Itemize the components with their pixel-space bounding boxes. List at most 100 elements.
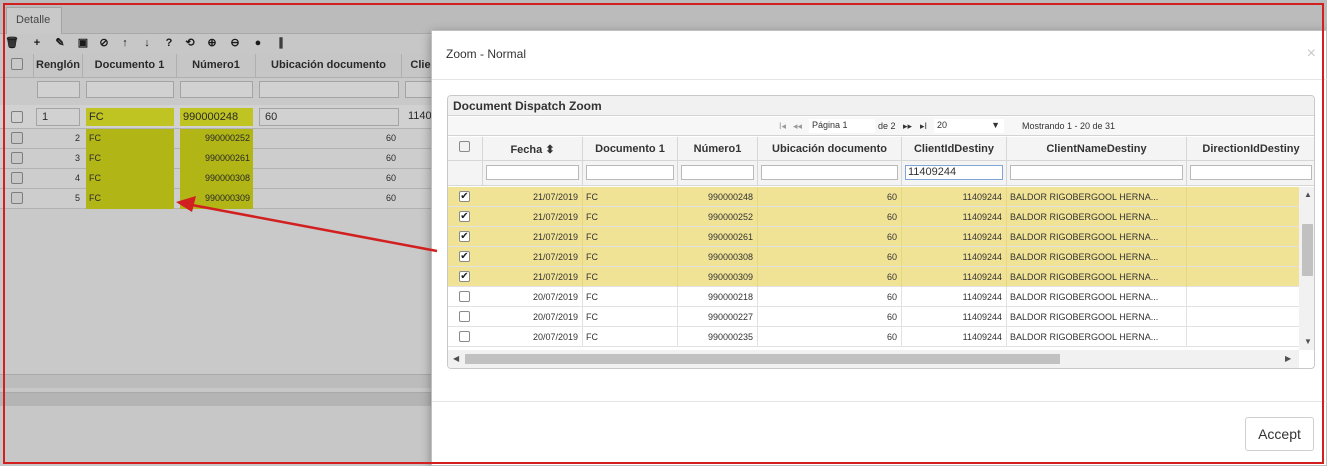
filter-numero[interactable] (681, 165, 754, 180)
row-checkbox[interactable]: ✔ (459, 251, 470, 262)
cell-client-name: BALDOR RIGOBERGOOL HERNA... (1007, 327, 1187, 347)
document-dispatch-zoom-panel: Document Dispatch Zoom I◂ ◂◂ Página 1 de… (447, 95, 1315, 369)
row-checkbox[interactable] (459, 311, 470, 322)
select-all-checkbox[interactable] (459, 141, 470, 152)
pager: I◂ ◂◂ Página 1 de 2 ▸▸ ▸I 20 ▼ Mostrando… (448, 117, 1314, 136)
chevron-down-icon: ▼ (991, 120, 1000, 130)
vertical-scrollbar[interactable]: ▲ ▼ (1299, 187, 1314, 350)
first-page-icon[interactable]: I◂ (779, 121, 786, 132)
check-icon: ✔ (460, 211, 469, 222)
prev-page-icon[interactable]: ◂◂ (793, 121, 802, 132)
cell-client-name: BALDOR RIGOBERGOOL HERNA... (1007, 267, 1187, 287)
table-row[interactable]: ✔ 21/07/2019 FC 990000261 60 11409244 BALDOR R… (448, 227, 1300, 247)
cell-fecha: 21/07/2019 (483, 227, 583, 247)
cell-client-name: BALDOR RIGOBERGOOL HERNA... (1007, 287, 1187, 307)
page-count: de 2 (878, 121, 896, 131)
cell-fecha: 21/07/2019 (483, 267, 583, 287)
horizontal-scrollbar[interactable]: ◀ ▶ (448, 350, 1299, 368)
column-label-fecha: Fecha (510, 144, 543, 156)
cell-direction-id (1187, 267, 1300, 287)
scroll-left-icon[interactable]: ◀ (453, 354, 459, 363)
cell-documento: FC (583, 187, 678, 207)
cell-direction-id (1187, 227, 1300, 247)
cell-numero: 990000261 (678, 227, 758, 247)
row-checkbox[interactable]: ✔ (459, 231, 470, 242)
records-summary: Mostrando 1 - 20 de 31 (1022, 121, 1116, 131)
cell-ubicacion: 60 (758, 307, 902, 327)
row-checkbox[interactable] (459, 331, 470, 342)
row-checkbox[interactable]: ✔ (459, 211, 470, 222)
cell-direction-id (1187, 187, 1300, 207)
cell-fecha: 20/07/2019 (483, 327, 583, 347)
cell-fecha: 21/07/2019 (483, 187, 583, 207)
scroll-right-icon[interactable]: ▶ (1285, 354, 1291, 363)
last-page-icon[interactable]: ▸I (920, 121, 927, 132)
table-row[interactable]: ✔ 21/07/2019 FC 990000308 60 11409244 BALDOR R… (448, 247, 1300, 267)
accept-button[interactable]: Accept (1245, 417, 1314, 451)
scroll-up-icon[interactable]: ▲ (1304, 190, 1312, 199)
modal-title: Zoom - Normal (446, 47, 527, 61)
cell-direction-id (1187, 207, 1300, 227)
column-header-documento[interactable]: Documento 1 (583, 137, 678, 161)
cell-ubicacion: 60 (758, 267, 902, 287)
page-value: 1 (842, 120, 848, 130)
cell-fecha: 21/07/2019 (483, 207, 583, 227)
filter-cell-fecha (483, 161, 583, 186)
check-icon: ✔ (460, 191, 469, 202)
vertical-scroll-thumb[interactable] (1302, 224, 1313, 276)
table-row[interactable]: ✔ 21/07/2019 FC 990000309 60 11409244 BALDOR R… (448, 267, 1300, 287)
cell-numero: 990000235 (678, 327, 758, 347)
filter-cell-direction-id (1187, 161, 1314, 186)
cell-client-name: BALDOR RIGOBERGOOL HERNA... (1007, 187, 1187, 207)
cell-documento: FC (583, 247, 678, 267)
cell-documento: FC (583, 267, 678, 287)
check-icon: ✔ (460, 251, 469, 262)
cell-ubicacion: 60 (758, 247, 902, 267)
filter-cell-client-id: 11409244 (902, 161, 1007, 186)
table-row[interactable]: ✔ 21/07/2019 FC 990000248 60 11409244 BALDOR R… (448, 187, 1300, 207)
cell-fecha: 20/07/2019 (483, 307, 583, 327)
cell-documento: FC (583, 327, 678, 347)
page-size-value: 20 (937, 120, 948, 130)
column-header-client-id[interactable]: ClientIdDestiny (902, 137, 1007, 161)
filter-client-name[interactable] (1010, 165, 1183, 180)
cell-client-id: 11409244 (902, 287, 1007, 307)
column-header-numero[interactable]: Número1 (678, 137, 758, 161)
cell-numero: 990000218 (678, 287, 758, 307)
cell-documento: FC (583, 207, 678, 227)
check-icon: ✔ (460, 231, 469, 242)
sort-icon[interactable]: ⬍ (545, 144, 554, 156)
page-input[interactable]: Página 1 (809, 119, 875, 133)
column-header-direction-id[interactable]: DirectionIdDestiny (1187, 137, 1314, 161)
row-checkbox[interactable]: ✔ (459, 191, 470, 202)
cell-documento: FC (583, 227, 678, 247)
select-all-header (448, 137, 483, 161)
table-row[interactable]: ✔ 21/07/2019 FC 990000252 60 11409244 BALDOR R… (448, 207, 1300, 227)
column-header-client-name[interactable]: ClientNameDestiny (1007, 137, 1187, 161)
next-page-icon[interactable]: ▸▸ (903, 121, 912, 132)
close-icon[interactable]: × (1307, 45, 1316, 63)
filter-direction-id[interactable] (1190, 165, 1312, 180)
cell-ubicacion: 60 (758, 327, 902, 347)
cell-client-name: BALDOR RIGOBERGOOL HERNA... (1007, 207, 1187, 227)
filter-documento[interactable] (586, 165, 674, 180)
column-header-ubicacion[interactable]: Ubicación documento (758, 137, 902, 161)
filter-fecha[interactable] (486, 165, 579, 180)
column-header-fecha[interactable]: Fecha ⬍ (483, 137, 583, 161)
table-row[interactable]: 20/07/2019 FC 990000218 60 11409244 BALDOR RI… (448, 287, 1300, 307)
zoom-modal: Zoom - Normal × Document Dispatch Zoom I… (431, 30, 1327, 466)
horizontal-scroll-thumb[interactable] (465, 354, 1060, 364)
cell-client-id: 11409244 (902, 207, 1007, 227)
scroll-down-icon[interactable]: ▼ (1304, 337, 1312, 346)
table-row[interactable]: 20/07/2019 FC 990000227 60 11409244 BALDOR RI… (448, 307, 1300, 327)
table-row[interactable]: 20/07/2019 FC 990000235 60 11409244 BALDOR RI… (448, 327, 1300, 347)
row-checkbox[interactable] (459, 291, 470, 302)
page-size-select[interactable]: 20 ▼ (934, 119, 1004, 133)
row-checkbox[interactable]: ✔ (459, 271, 470, 282)
filter-client-id[interactable]: 11409244 (905, 165, 1003, 180)
filter-cell-numero (678, 161, 758, 186)
cell-numero: 990000248 (678, 187, 758, 207)
filter-cell-select (448, 161, 483, 186)
filter-ubicacion[interactable] (761, 165, 898, 180)
cell-direction-id (1187, 247, 1300, 267)
